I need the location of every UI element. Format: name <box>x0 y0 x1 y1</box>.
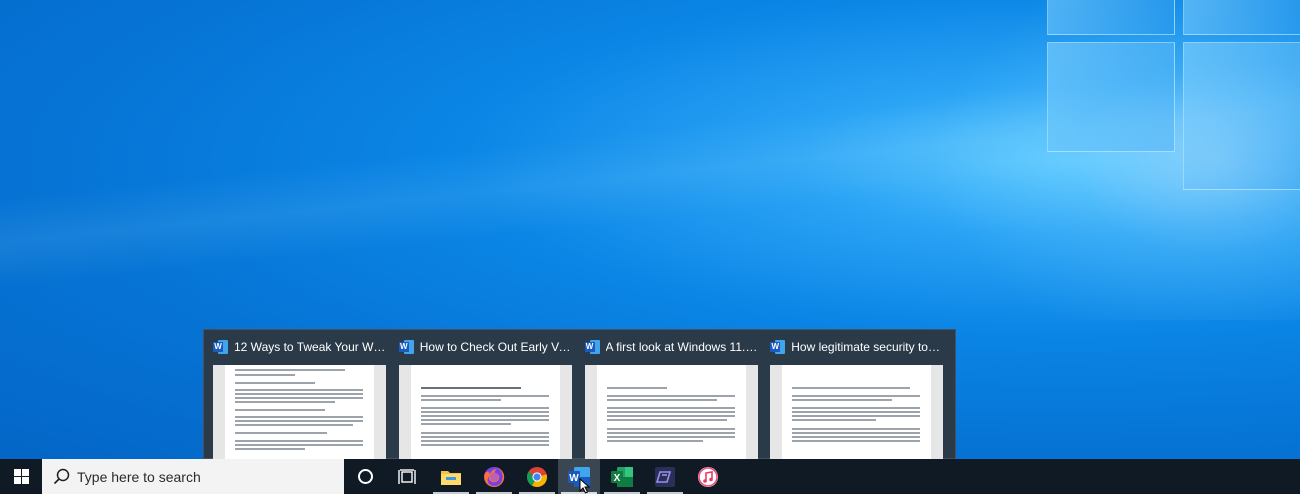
mouse-cursor-icon <box>579 478 591 494</box>
preview-title: A first look at Windows 11.doc... <box>605 340 758 354</box>
document-thumbnail <box>398 365 572 459</box>
firefox-icon <box>484 466 505 487</box>
chrome-button[interactable] <box>516 459 558 494</box>
itunes-button[interactable] <box>687 459 729 494</box>
preview-title: How to Check Out Early Versio... <box>419 340 572 354</box>
windows-logo-pane <box>1183 0 1300 35</box>
svg-text:W: W <box>569 472 579 483</box>
cortana-icon <box>357 469 373 484</box>
preview-window-3[interactable]: W A first look at Windows 11.doc... <box>580 330 766 460</box>
windows-logo-pane <box>1047 0 1175 35</box>
excel-icon: X <box>611 466 633 487</box>
windows-logo-pane <box>1183 42 1300 190</box>
visual-studio-icon <box>655 466 675 487</box>
preview-window-1[interactable]: W 12 Ways to Tweak Your Windo... <box>208 330 394 460</box>
windows-logo-pane <box>1047 42 1175 152</box>
search-placeholder: Type here to search <box>77 469 201 485</box>
search-icon <box>53 468 70 485</box>
search-box[interactable]: Type here to search <box>42 459 344 494</box>
preview-window-2[interactable]: W How to Check Out Early Versio... <box>394 330 580 460</box>
document-thumbnail <box>584 365 758 459</box>
taskbar: Type here to search W X <box>0 459 1300 494</box>
preview-title: 12 Ways to Tweak Your Windo... <box>234 340 386 354</box>
firefox-button[interactable] <box>473 459 515 494</box>
file-explorer-button[interactable] <box>430 459 472 494</box>
cortana-button[interactable] <box>344 459 386 494</box>
start-button[interactable] <box>0 459 42 494</box>
task-view-button[interactable] <box>386 459 428 494</box>
task-view-icon <box>398 468 416 484</box>
itunes-icon <box>698 466 718 487</box>
excel-button[interactable]: X <box>601 459 643 494</box>
visual-studio-button[interactable] <box>644 459 686 494</box>
word-icon: W <box>770 340 786 354</box>
document-thumbnail <box>770 365 944 459</box>
word-icon: W <box>584 340 600 354</box>
svg-text:X: X <box>614 472 621 483</box>
folder-icon <box>441 470 461 485</box>
word-icon: W <box>213 340 228 354</box>
chrome-icon <box>527 466 548 487</box>
document-thumbnail <box>213 365 386 459</box>
taskbar-thumbnail-previews: W 12 Ways to Tweak Your Windo... <box>203 329 956 459</box>
word-icon: W <box>398 340 414 354</box>
preview-title: How legitimate security tool C... <box>791 340 944 354</box>
preview-window-4[interactable]: W How legitimate security tool C... <box>765 330 951 460</box>
windows-logo-icon <box>13 469 29 484</box>
